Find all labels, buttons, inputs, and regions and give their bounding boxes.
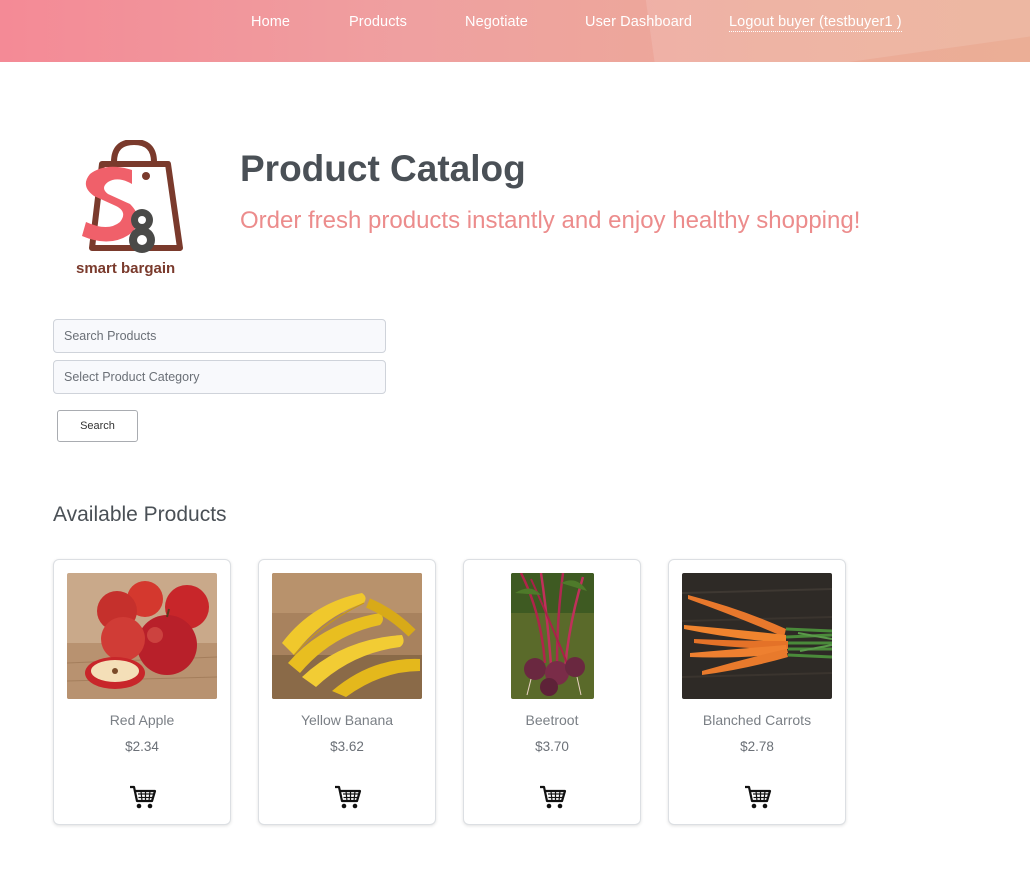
- product-price: $2.34: [125, 739, 159, 754]
- shopping-cart-icon[interactable]: [539, 784, 567, 810]
- shopping-cart-icon[interactable]: [129, 784, 157, 810]
- product-name: Blanched Carrots: [702, 712, 812, 728]
- shopping-cart-icon[interactable]: [744, 784, 772, 810]
- product-category-select[interactable]: Select Product Category: [53, 360, 386, 394]
- yellow-banana-image: [272, 573, 422, 699]
- product-name: Beetroot: [525, 712, 579, 728]
- product-card: Red Apple $2.34: [53, 559, 231, 825]
- page-title: Product Catalog: [240, 148, 526, 189]
- product-price: $3.70: [535, 739, 569, 754]
- top-navbar: Home Products Negotiate User Dashboard L…: [0, 0, 1030, 62]
- logo-text: smart bargain: [76, 260, 176, 277]
- search-products-input[interactable]: [53, 319, 386, 353]
- shopping-cart-icon[interactable]: [334, 784, 362, 810]
- nav-logout-link[interactable]: Logout buyer (testbuyer1 ): [729, 14, 902, 32]
- red-apple-image: [67, 573, 217, 699]
- nav-products-link[interactable]: Products: [349, 14, 407, 30]
- product-name: Red Apple: [109, 712, 175, 728]
- nav-negotiate-link[interactable]: Negotiate: [465, 14, 528, 30]
- available-products-heading: Available Products: [53, 503, 227, 526]
- main-nav: Home Products Negotiate User Dashboard L…: [0, 0, 1030, 46]
- page-subtitle: Order fresh products instantly and enjoy…: [240, 207, 861, 234]
- product-card: Beetroot $3.70: [463, 559, 641, 825]
- blanched-carrots-image: [682, 573, 832, 699]
- product-name: Yellow Banana: [300, 712, 394, 728]
- product-card: Blanched Carrots $2.78: [668, 559, 846, 825]
- beetroot-image: [510, 573, 594, 699]
- product-price: $2.78: [740, 739, 774, 754]
- product-price: $3.62: [330, 739, 364, 754]
- search-button[interactable]: Search: [57, 410, 138, 442]
- smart-bargain-logo: smart bargain: [76, 138, 200, 285]
- nav-dashboard-link[interactable]: User Dashboard: [585, 14, 692, 30]
- product-card: Yellow Banana $3.62: [258, 559, 436, 825]
- nav-home-link[interactable]: Home: [251, 14, 290, 30]
